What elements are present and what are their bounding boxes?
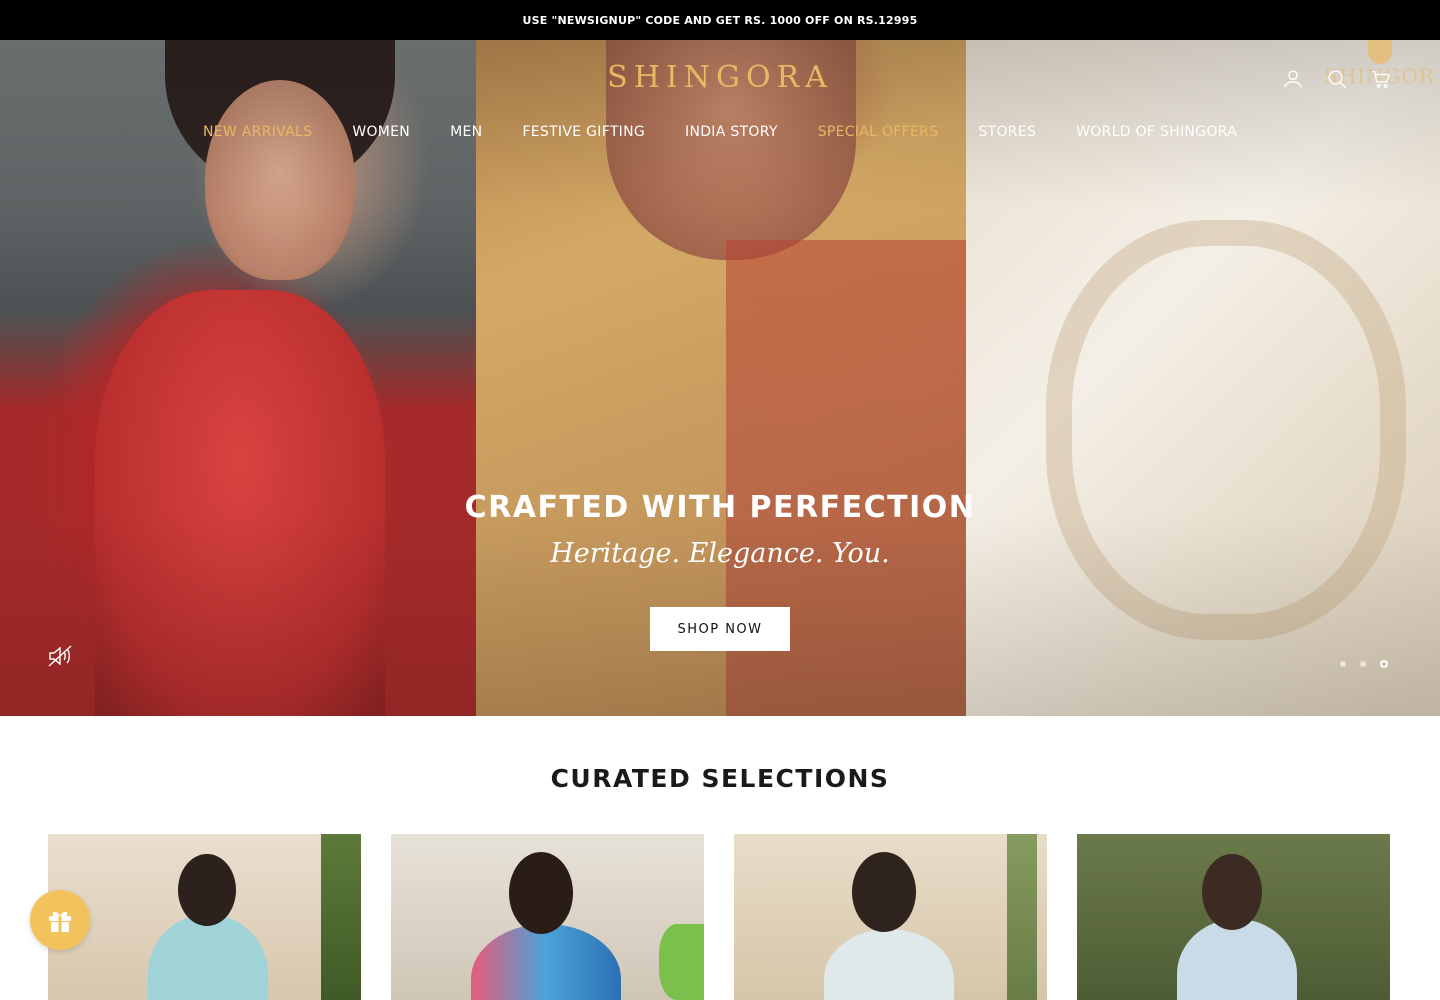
slider-dot[interactable] <box>1360 661 1366 667</box>
header-actions <box>1282 68 1392 90</box>
section-title-curated: CURATED SELECTIONS <box>550 764 890 793</box>
shop-now-button[interactable]: SHOP NOW <box>650 607 790 651</box>
nav-item-new-arrivals[interactable]: NEW ARRIVALS <box>203 124 312 140</box>
nav-item-world-of-shingora[interactable]: WORLD OF SHINGORA <box>1076 124 1237 140</box>
curated-card[interactable] <box>1077 834 1390 1000</box>
slider-dot-active[interactable] <box>1380 660 1388 668</box>
slider-dots <box>1340 660 1388 668</box>
rewards-button[interactable] <box>30 890 90 950</box>
search-icon[interactable] <box>1326 68 1348 90</box>
cart-icon[interactable] <box>1370 68 1392 90</box>
nav-item-special-offers[interactable]: SPECIAL OFFERS <box>818 124 939 140</box>
sound-muted-icon[interactable] <box>46 642 74 670</box>
site-logo[interactable]: SHINGORA <box>0 60 1440 95</box>
curated-card[interactable] <box>734 834 1047 1000</box>
curated-card[interactable] <box>391 834 704 1000</box>
nav-item-women[interactable]: WOMEN <box>352 124 410 140</box>
gift-icon <box>49 911 71 932</box>
nav-item-stores[interactable]: STORES <box>978 124 1036 140</box>
curated-card[interactable] <box>48 834 361 1000</box>
nav-item-india-story[interactable]: INDIA STORY <box>685 124 778 140</box>
hero-subtitle: Heritage. Elegance. You. <box>550 538 890 569</box>
nav-item-festive-gifting[interactable]: FESTIVE GIFTING <box>522 124 645 140</box>
main-nav: NEW ARRIVALS WOMEN MEN FESTIVE GIFTING I… <box>0 124 1440 140</box>
announcement-bar: USE "NEWSIGNUP" CODE AND GET RS. 1000 OF… <box>0 0 1440 40</box>
announcement-text: USE "NEWSIGNUP" CODE AND GET RS. 1000 OF… <box>522 13 918 27</box>
nav-item-men[interactable]: MEN <box>450 124 482 140</box>
hero-title: CRAFTED WITH PERFECTION <box>464 490 976 525</box>
user-icon[interactable] <box>1282 68 1304 90</box>
slider-dot[interactable] <box>1340 661 1346 667</box>
curated-cards <box>48 834 1390 1000</box>
